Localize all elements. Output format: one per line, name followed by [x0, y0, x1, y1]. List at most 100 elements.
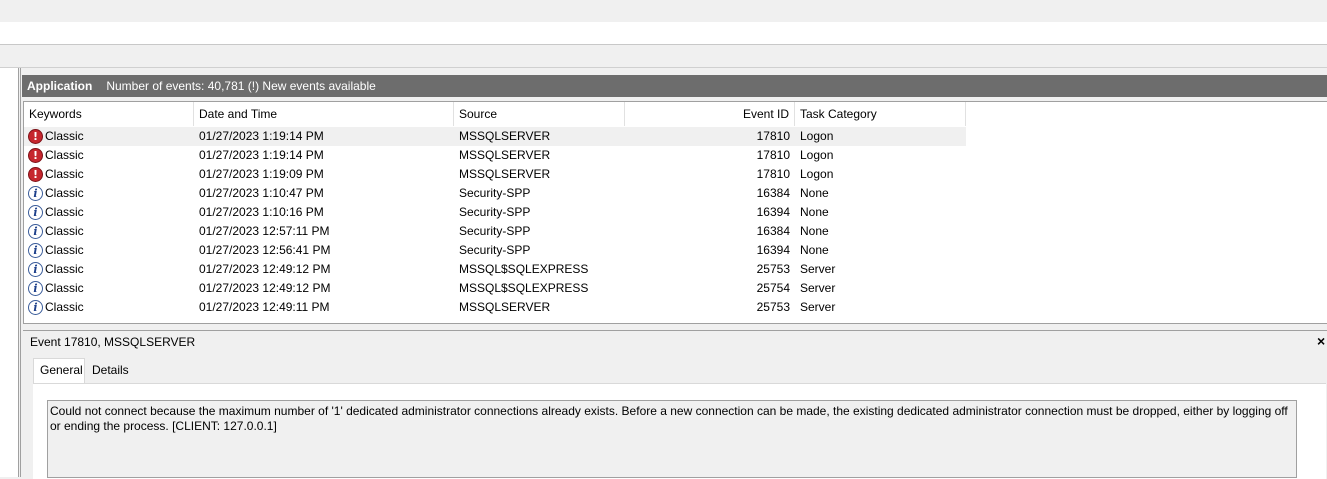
column-header-keywords[interactable]: Keywords: [24, 102, 194, 126]
cell-source: MSSQLSERVER: [459, 148, 551, 162]
keywords-text: Classic: [45, 148, 84, 162]
cell-source: Security-SPP: [459, 205, 531, 219]
cell-event-id: 17810: [756, 167, 790, 181]
table-row[interactable]: ! Classic 01/27/2023 1:19:09 PM MSSQLSERVER…: [24, 165, 966, 184]
cell-task-category: Server: [800, 300, 836, 314]
cell-event-id: 16384: [756, 186, 790, 200]
cell-keywords: i Classic: [24, 241, 194, 260]
cell-event-id: 25753: [756, 300, 790, 314]
keywords-text: Classic: [45, 300, 84, 314]
keywords-text: Classic: [45, 129, 84, 143]
keywords-text: Classic: [45, 243, 84, 257]
info-icon: i: [28, 186, 43, 201]
table-row[interactable]: i Classic 01/27/2023 12:49:11 PM MSSQLSERVE…: [24, 298, 966, 317]
cell-source: MSSQL$SQLEXPRESS: [459, 262, 589, 276]
cell-event-id: 25754: [756, 281, 790, 295]
info-icon: i: [28, 243, 43, 258]
cell-date-time: 01/27/2023 1:10:16 PM: [199, 205, 324, 219]
table-row[interactable]: i Classic 01/27/2023 12:57:11 PM Security-S…: [24, 222, 966, 241]
cell-event-id: 16384: [756, 224, 790, 238]
keywords-text: Classic: [45, 167, 84, 181]
cell-source: MSSQLSERVER: [459, 129, 551, 143]
cell-task-category: Server: [800, 262, 836, 276]
cell-event-id: 25753: [756, 262, 790, 276]
keywords-text: Classic: [45, 262, 84, 276]
cell-keywords: i Classic: [24, 184, 194, 203]
events-table[interactable]: Keywords Date and Time Source Event ID T…: [23, 101, 1327, 324]
event-message[interactable]: Could not connect because the maximum nu…: [47, 400, 1297, 478]
keywords-text: Classic: [45, 186, 84, 200]
cell-keywords: ! Classic: [24, 165, 194, 184]
info-icon: i: [28, 205, 43, 220]
general-tab-body: Could not connect because the maximum nu…: [33, 383, 1326, 479]
error-icon: !: [28, 167, 43, 182]
cell-task-category: None: [800, 224, 829, 238]
cell-source: Security-SPP: [459, 186, 531, 200]
cell-keywords: ! Classic: [24, 127, 194, 146]
cell-keywords: i Classic: [24, 222, 194, 241]
cell-event-id: 17810: [756, 148, 790, 162]
detail-title: Event 17810, MSSQLSERVER: [30, 335, 196, 349]
cell-source: Security-SPP: [459, 243, 531, 257]
cell-date-time: 01/27/2023 1:10:47 PM: [199, 186, 324, 200]
column-header-event-id[interactable]: Event ID: [625, 102, 795, 126]
cell-task-category: None: [800, 243, 829, 257]
action-band: [0, 45, 1327, 68]
column-header-task-category[interactable]: Task Category: [795, 102, 966, 126]
column-header-source[interactable]: Source: [454, 102, 625, 126]
keywords-text: Classic: [45, 205, 84, 219]
error-icon: !: [28, 129, 43, 144]
info-icon: i: [28, 262, 43, 277]
cell-task-category: Logon: [800, 148, 834, 162]
tab-general[interactable]: General: [33, 358, 85, 383]
table-row[interactable]: i Classic 01/27/2023 12:56:41 PM Security-S…: [24, 241, 966, 260]
cell-keywords: i Classic: [24, 203, 194, 222]
close-icon[interactable]: ×: [1317, 333, 1325, 349]
table-header: Keywords Date and Time Source Event ID T…: [24, 102, 966, 126]
cell-date-time: 01/27/2023 12:49:12 PM: [199, 262, 331, 276]
cell-task-category: None: [800, 205, 829, 219]
table-row[interactable]: i Classic 01/27/2023 1:10:16 PM Security-SP…: [24, 203, 966, 222]
cell-date-time: 01/27/2023 12:49:11 PM: [199, 300, 330, 314]
table-row[interactable]: i Classic 01/27/2023 12:49:12 PM MSSQL$SQLE…: [24, 279, 966, 298]
cell-keywords: ! Classic: [24, 146, 194, 165]
keywords-text: Classic: [45, 224, 84, 238]
cell-task-category: Server: [800, 281, 836, 295]
cell-date-time: 01/27/2023 1:19:14 PM: [199, 148, 324, 162]
table-row[interactable]: i Classic 01/27/2023 1:10:47 PM Security-SP…: [24, 184, 966, 203]
table-row[interactable]: i Classic 01/27/2023 12:49:12 PM MSSQL$SQLE…: [24, 260, 966, 279]
cell-source: MSSQL$SQLEXPRESS: [459, 281, 589, 295]
cell-date-time: 01/27/2023 1:19:14 PM: [199, 129, 324, 143]
keywords-text: Classic: [45, 281, 84, 295]
info-icon: i: [28, 281, 43, 296]
cell-source: Security-SPP: [459, 224, 531, 238]
table-row[interactable]: ! Classic 01/27/2023 1:19:14 PM MSSQLSERVER…: [24, 127, 966, 146]
cell-date-time: 01/27/2023 12:56:41 PM: [199, 243, 331, 257]
cell-event-id: 16394: [756, 205, 790, 219]
event-detail-pane: Event 17810, MSSQLSERVER × General Detai…: [23, 330, 1327, 479]
menu-band: [0, 22, 1327, 45]
info-icon: i: [28, 300, 43, 315]
cell-event-id: 17810: [756, 129, 790, 143]
toolbar-band: [0, 0, 1327, 22]
cell-date-time: 01/27/2023 12:49:12 PM: [199, 281, 331, 295]
cell-keywords: i Classic: [24, 260, 194, 279]
column-header-date-time[interactable]: Date and Time: [194, 102, 454, 126]
cell-date-time: 01/27/2023 12:57:11 PM: [199, 224, 330, 238]
cell-keywords: i Classic: [24, 279, 194, 298]
cell-task-category: Logon: [800, 167, 834, 181]
table-row[interactable]: ! Classic 01/27/2023 1:19:14 PM MSSQLSERVER…: [24, 146, 966, 165]
tab-details[interactable]: Details: [86, 359, 136, 383]
navigation-pane[interactable]: [0, 68, 19, 477]
cell-event-id: 16394: [756, 243, 790, 257]
cell-source: MSSQLSERVER: [459, 167, 551, 181]
error-icon: !: [28, 148, 43, 163]
info-icon: i: [28, 224, 43, 239]
cell-source: MSSQLSERVER: [459, 300, 551, 314]
log-name: Application: [27, 79, 93, 93]
cell-task-category: Logon: [800, 129, 834, 143]
cell-task-category: None: [800, 186, 829, 200]
event-count: Number of events: 40,781 (!) New events …: [106, 79, 376, 93]
log-header: Application Number of events: 40,781 (!)…: [22, 75, 1327, 97]
cell-date-time: 01/27/2023 1:19:09 PM: [199, 167, 324, 181]
